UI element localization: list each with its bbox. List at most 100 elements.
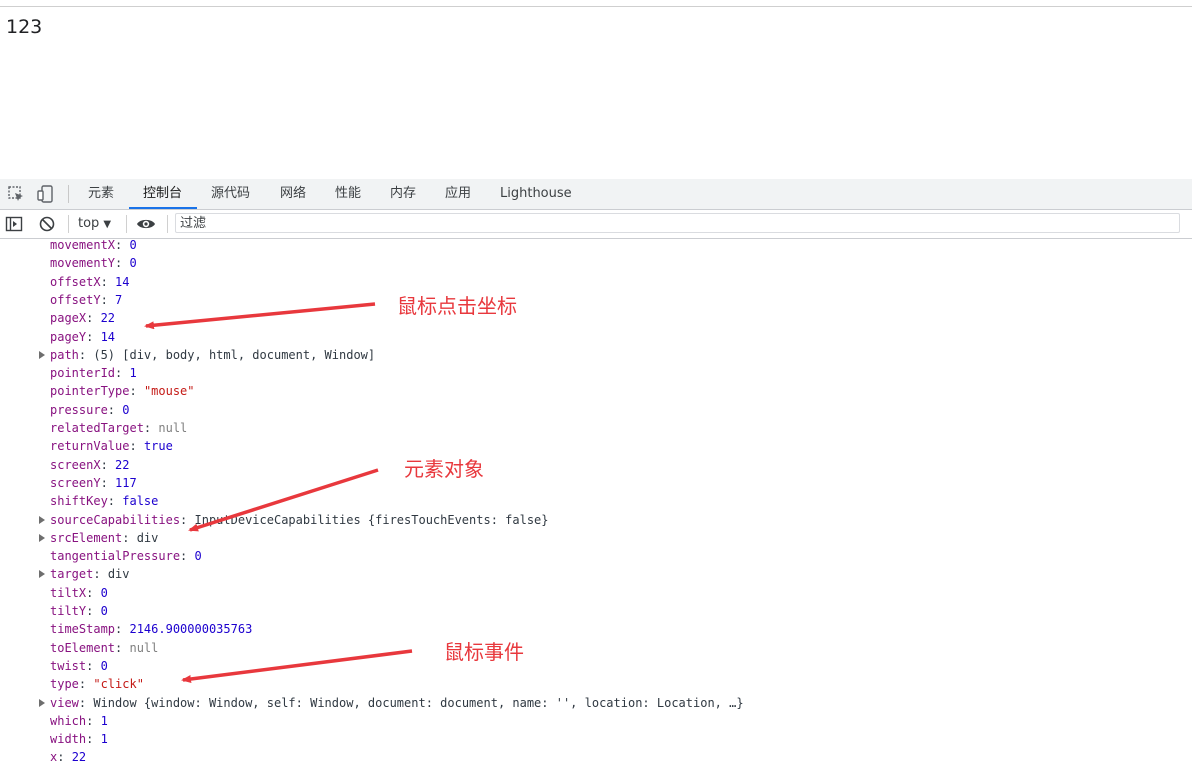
property-key: pointerId	[50, 366, 116, 381]
property-key: pointerType	[50, 384, 130, 399]
property-value: 0	[100, 658, 108, 673]
console-output: movementX: 0 movementY: 0 offsetX: 14 offse…	[0, 239, 1192, 768]
property-value: 22	[71, 750, 87, 765]
property-key: relatedTarget	[50, 421, 144, 435]
property-row: shiftKey: false	[50, 494, 159, 509]
property-key: shiftKey	[50, 494, 108, 509]
property-row: twist: 0	[50, 658, 108, 673]
tab-console[interactable]: 控制台	[143, 179, 182, 209]
filter-input[interactable]	[175, 213, 1180, 233]
property-value: 0	[122, 402, 130, 417]
property-value: 22	[100, 311, 116, 326]
toolbar-separator	[68, 215, 69, 233]
eye-icon[interactable]	[136, 215, 155, 233]
page-top-border	[0, 6, 1192, 7]
devtools-panel: 元素 控制台 源代码 网络 性能 内存 应用 Lighthouse top▼	[0, 179, 1192, 768]
property-key: sourceCapabilities	[50, 512, 181, 527]
property-value: "mouse"	[143, 384, 195, 399]
property-value: true	[143, 439, 173, 454]
property-row: pageY: 14	[50, 329, 116, 344]
property-value: 1	[129, 366, 137, 381]
expandable-property-row[interactable]: path: (5) [div, body, html, document, Wi…	[38, 346, 376, 364]
property-key: offsetX	[50, 274, 101, 289]
property-key: toElement	[50, 640, 116, 655]
property-row: tiltY: 0	[50, 604, 108, 618]
clear-console-icon[interactable]	[38, 215, 56, 233]
context-selector[interactable]: top ▼	[78, 210, 111, 238]
property-row: screenX: 22	[50, 457, 130, 472]
tab-application[interactable]: 应用	[445, 179, 471, 209]
property-key: screenX	[50, 457, 101, 472]
property-row: timeStamp: 2146.900000035763	[50, 622, 253, 637]
property-key: movementY	[50, 256, 116, 271]
property-value: (5) [div, body, html, document, Window]	[93, 347, 376, 362]
annotation-mouse-coords: 鼠标点击坐标	[397, 294, 517, 318]
device-toolbar-icon[interactable]	[36, 184, 56, 204]
property-key: pageX	[50, 311, 87, 326]
tab-memory[interactable]: 内存	[390, 179, 416, 209]
tab-network[interactable]: 网络	[280, 179, 306, 209]
property-key: tiltX	[50, 585, 87, 600]
toolbar-separator	[167, 215, 168, 233]
property-row: offsetX: 14	[50, 274, 130, 289]
property-row: toElement: null	[50, 640, 159, 655]
property-row: offsetY: 7	[50, 292, 123, 307]
property-key: path	[50, 347, 79, 362]
property-row: pointerId: 1	[50, 366, 137, 381]
property-key: timeStamp	[50, 622, 116, 637]
expandable-property-row[interactable]: view: Window {window: Window, self: Wind…	[39, 694, 744, 712]
property-row: type: "click"	[50, 677, 144, 692]
property-value: 1	[100, 713, 108, 728]
property-row: tangentialPressure: 0	[50, 549, 202, 564]
property-value: 2146.900000035763	[129, 622, 253, 637]
expandable-property-row[interactable]: target: div	[39, 565, 130, 583]
property-value: 117	[115, 475, 137, 490]
page-text[interactable]: 123	[6, 16, 42, 38]
property-row: relatedTarget: null	[50, 421, 188, 435]
context-selector-value: top	[78, 216, 100, 231]
annotation-mouse-event: 鼠标事件	[444, 640, 524, 664]
property-value: null	[129, 640, 159, 655]
annotation-element-object: 元素对象	[404, 457, 484, 481]
property-value: 1	[100, 732, 108, 747]
tab-sources[interactable]: 源代码	[211, 179, 250, 209]
property-value: 0	[129, 256, 137, 271]
property-value: 22	[115, 457, 130, 472]
property-row: pressure: 0	[50, 402, 130, 417]
property-key: pressure	[50, 402, 108, 417]
property-key: type	[50, 677, 79, 692]
property-key: offsetY	[50, 292, 101, 307]
show-sidebar-icon[interactable]	[5, 215, 23, 233]
property-key: srcElement	[50, 530, 123, 545]
property-value: InputDeviceCapabilities {firesTouchEvent…	[194, 512, 549, 527]
property-value: 0	[100, 604, 108, 618]
tab-performance[interactable]: 性能	[335, 179, 361, 209]
property-key: twist	[50, 658, 87, 673]
property-row: pointerType: "mouse"	[50, 384, 195, 399]
property-key: which	[50, 713, 87, 728]
property-key: width	[50, 732, 87, 747]
property-value: 0	[194, 549, 202, 564]
property-value: "click"	[93, 677, 144, 692]
active-tab-indicator	[129, 207, 197, 209]
property-row: screenY: 117	[50, 475, 137, 490]
inspect-element-icon[interactable]	[6, 184, 26, 204]
property-value: 14	[100, 329, 116, 344]
devtools-tabbar: 元素 控制台 源代码 网络 性能 内存 应用 Lighthouse	[0, 179, 1192, 210]
property-value: div	[136, 530, 159, 545]
chevron-down-icon: ▼	[103, 219, 112, 230]
expandable-property-row[interactable]: sourceCapabilities: InputDeviceCapabilit…	[39, 511, 549, 529]
property-value: Window {window: Window, self: Window, do…	[93, 695, 744, 710]
property-row: movementY: 0	[50, 256, 137, 271]
property-row: movementX: 0	[50, 239, 137, 252]
tab-elements[interactable]: 元素	[88, 179, 114, 209]
property-value: null	[158, 421, 188, 435]
tab-lighthouse[interactable]: Lighthouse	[500, 179, 572, 209]
property-key: tiltY	[50, 604, 87, 618]
property-key: screenY	[50, 475, 101, 490]
property-value: div	[107, 567, 130, 582]
toolbar-separator	[126, 215, 127, 233]
expandable-property-row[interactable]: srcElement: div	[38, 529, 159, 547]
property-row: returnValue: true	[50, 439, 173, 454]
property-key: movementX	[50, 239, 116, 252]
